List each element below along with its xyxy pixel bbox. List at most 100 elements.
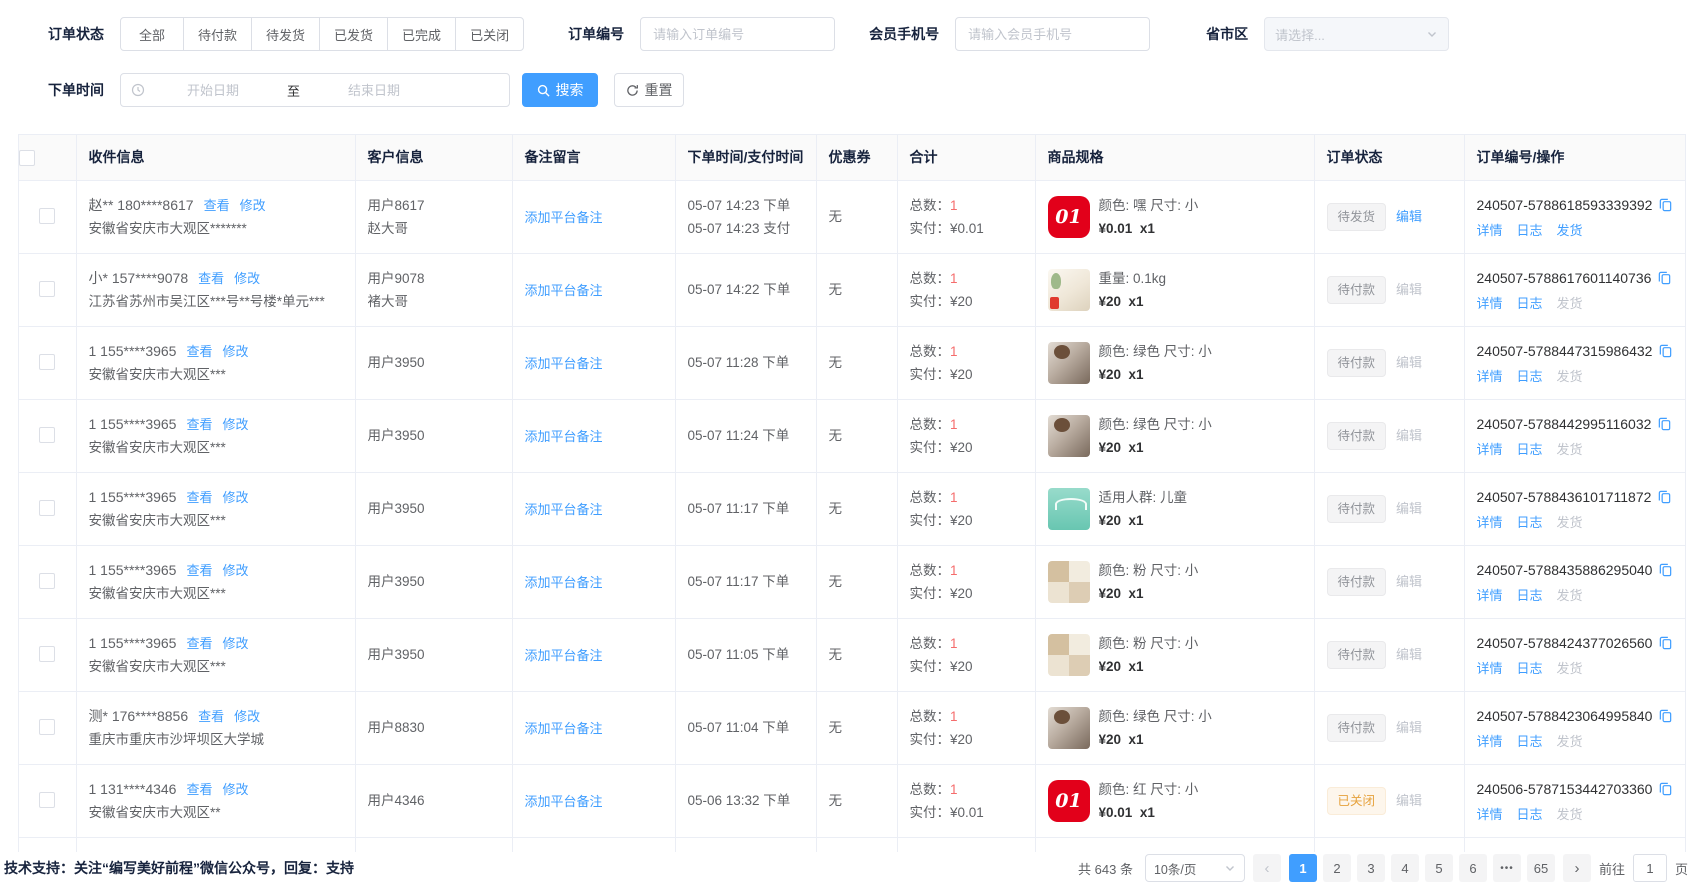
log-link[interactable]: 日志 [1517,439,1543,458]
row-checkbox[interactable] [39,427,55,443]
ship-link[interactable]: 发货 [1557,220,1583,239]
page-button-5[interactable]: 5 [1425,854,1453,882]
ship-link[interactable]: 发货 [1557,804,1583,823]
edit-link[interactable]: 编辑 [1396,209,1422,224]
view-link[interactable]: 查看 [204,194,230,217]
detail-link[interactable]: 详情 [1477,512,1503,531]
status-tab-2[interactable]: 待付款 [183,17,252,51]
member-phone-input[interactable] [955,17,1150,51]
page-button-1[interactable]: 1 [1289,854,1317,882]
next-page-button[interactable]: › [1563,854,1591,882]
modify-link[interactable]: 修改 [223,413,249,436]
view-link[interactable]: 查看 [186,340,212,363]
modify-link[interactable]: 修改 [223,778,249,801]
log-link[interactable]: 日志 [1517,293,1543,312]
view-link[interactable]: 查看 [186,413,212,436]
detail-link[interactable]: 详情 [1477,804,1503,823]
modify-link[interactable]: 修改 [223,632,249,655]
copy-icon[interactable] [1658,708,1673,723]
row-checkbox[interactable] [39,719,55,735]
copy-icon[interactable] [1658,635,1673,650]
view-link[interactable]: 查看 [186,486,212,509]
add-remark-link[interactable]: 添加平台备注 [525,502,603,517]
edit-link[interactable]: 编辑 [1396,501,1422,516]
ship-link[interactable]: 发货 [1557,585,1583,604]
order-no-input[interactable] [640,17,835,51]
status-tab-1[interactable]: 全部 [120,17,184,51]
edit-link[interactable]: 编辑 [1396,647,1422,662]
region-select[interactable]: 请选择... [1264,17,1449,51]
modify-link[interactable]: 修改 [234,705,260,728]
edit-link[interactable]: 编辑 [1396,282,1422,297]
add-remark-link[interactable]: 添加平台备注 [525,210,603,225]
view-link[interactable]: 查看 [186,778,212,801]
ship-link[interactable]: 发货 [1557,658,1583,677]
log-link[interactable]: 日志 [1517,512,1543,531]
page-button-2[interactable]: 2 [1323,854,1351,882]
row-checkbox[interactable] [39,500,55,516]
edit-link[interactable]: 编辑 [1396,355,1422,370]
add-remark-link[interactable]: 添加平台备注 [525,648,603,663]
detail-link[interactable]: 详情 [1477,366,1503,385]
modify-link[interactable]: 修改 [223,559,249,582]
ship-link[interactable]: 发货 [1557,439,1583,458]
copy-icon[interactable] [1658,343,1673,358]
goto-page-input[interactable] [1633,854,1667,882]
page-size-select[interactable]: 10条/页 [1145,854,1245,882]
add-remark-link[interactable]: 添加平台备注 [525,283,603,298]
ship-link[interactable]: 发货 [1557,731,1583,750]
select-all-checkbox[interactable] [19,150,35,166]
row-checkbox[interactable] [39,792,55,808]
add-remark-link[interactable]: 添加平台备注 [525,356,603,371]
ship-link[interactable]: 发货 [1557,512,1583,531]
log-link[interactable]: 日志 [1517,220,1543,239]
edit-link[interactable]: 编辑 [1396,720,1422,735]
log-link[interactable]: 日志 [1517,804,1543,823]
add-remark-link[interactable]: 添加平台备注 [525,794,603,809]
prev-page-button[interactable]: ‹ [1253,854,1281,882]
detail-link[interactable]: 详情 [1477,439,1503,458]
pager-ellipsis[interactable]: ••• [1493,854,1521,882]
modify-link[interactable]: 修改 [223,486,249,509]
view-link[interactable]: 查看 [186,559,212,582]
log-link[interactable]: 日志 [1517,366,1543,385]
end-date-input[interactable] [306,82,442,99]
row-checkbox[interactable] [39,573,55,589]
date-range-picker[interactable]: 至 [120,73,510,107]
modify-link[interactable]: 修改 [234,267,260,290]
copy-icon[interactable] [1658,197,1673,212]
log-link[interactable]: 日志 [1517,658,1543,677]
row-checkbox[interactable] [39,646,55,662]
status-tab-3[interactable]: 待发货 [251,17,320,51]
status-tab-4[interactable]: 已发货 [319,17,388,51]
ship-link[interactable]: 发货 [1557,293,1583,312]
modify-link[interactable]: 修改 [223,340,249,363]
modify-link[interactable]: 修改 [240,194,266,217]
row-checkbox[interactable] [39,281,55,297]
status-tab-6[interactable]: 已关闭 [455,17,524,51]
detail-link[interactable]: 详情 [1477,293,1503,312]
add-remark-link[interactable]: 添加平台备注 [525,429,603,444]
view-link[interactable]: 查看 [198,267,224,290]
add-remark-link[interactable]: 添加平台备注 [525,721,603,736]
copy-icon[interactable] [1658,562,1673,577]
ship-link[interactable]: 发货 [1557,366,1583,385]
page-button-65[interactable]: 65 [1527,854,1555,882]
detail-link[interactable]: 详情 [1477,220,1503,239]
page-button-3[interactable]: 3 [1357,854,1385,882]
copy-icon[interactable] [1657,416,1672,431]
detail-link[interactable]: 详情 [1477,658,1503,677]
page-button-6[interactable]: 6 [1459,854,1487,882]
status-tab-5[interactable]: 已完成 [387,17,456,51]
copy-icon[interactable] [1657,489,1672,504]
log-link[interactable]: 日志 [1517,585,1543,604]
detail-link[interactable]: 详情 [1477,731,1503,750]
log-link[interactable]: 日志 [1517,731,1543,750]
edit-link[interactable]: 编辑 [1396,574,1422,589]
row-checkbox[interactable] [39,354,55,370]
detail-link[interactable]: 详情 [1477,585,1503,604]
search-button[interactable]: 搜索 [522,73,598,107]
reset-button[interactable]: 重置 [614,73,684,107]
edit-link[interactable]: 编辑 [1396,428,1422,443]
page-button-4[interactable]: 4 [1391,854,1419,882]
